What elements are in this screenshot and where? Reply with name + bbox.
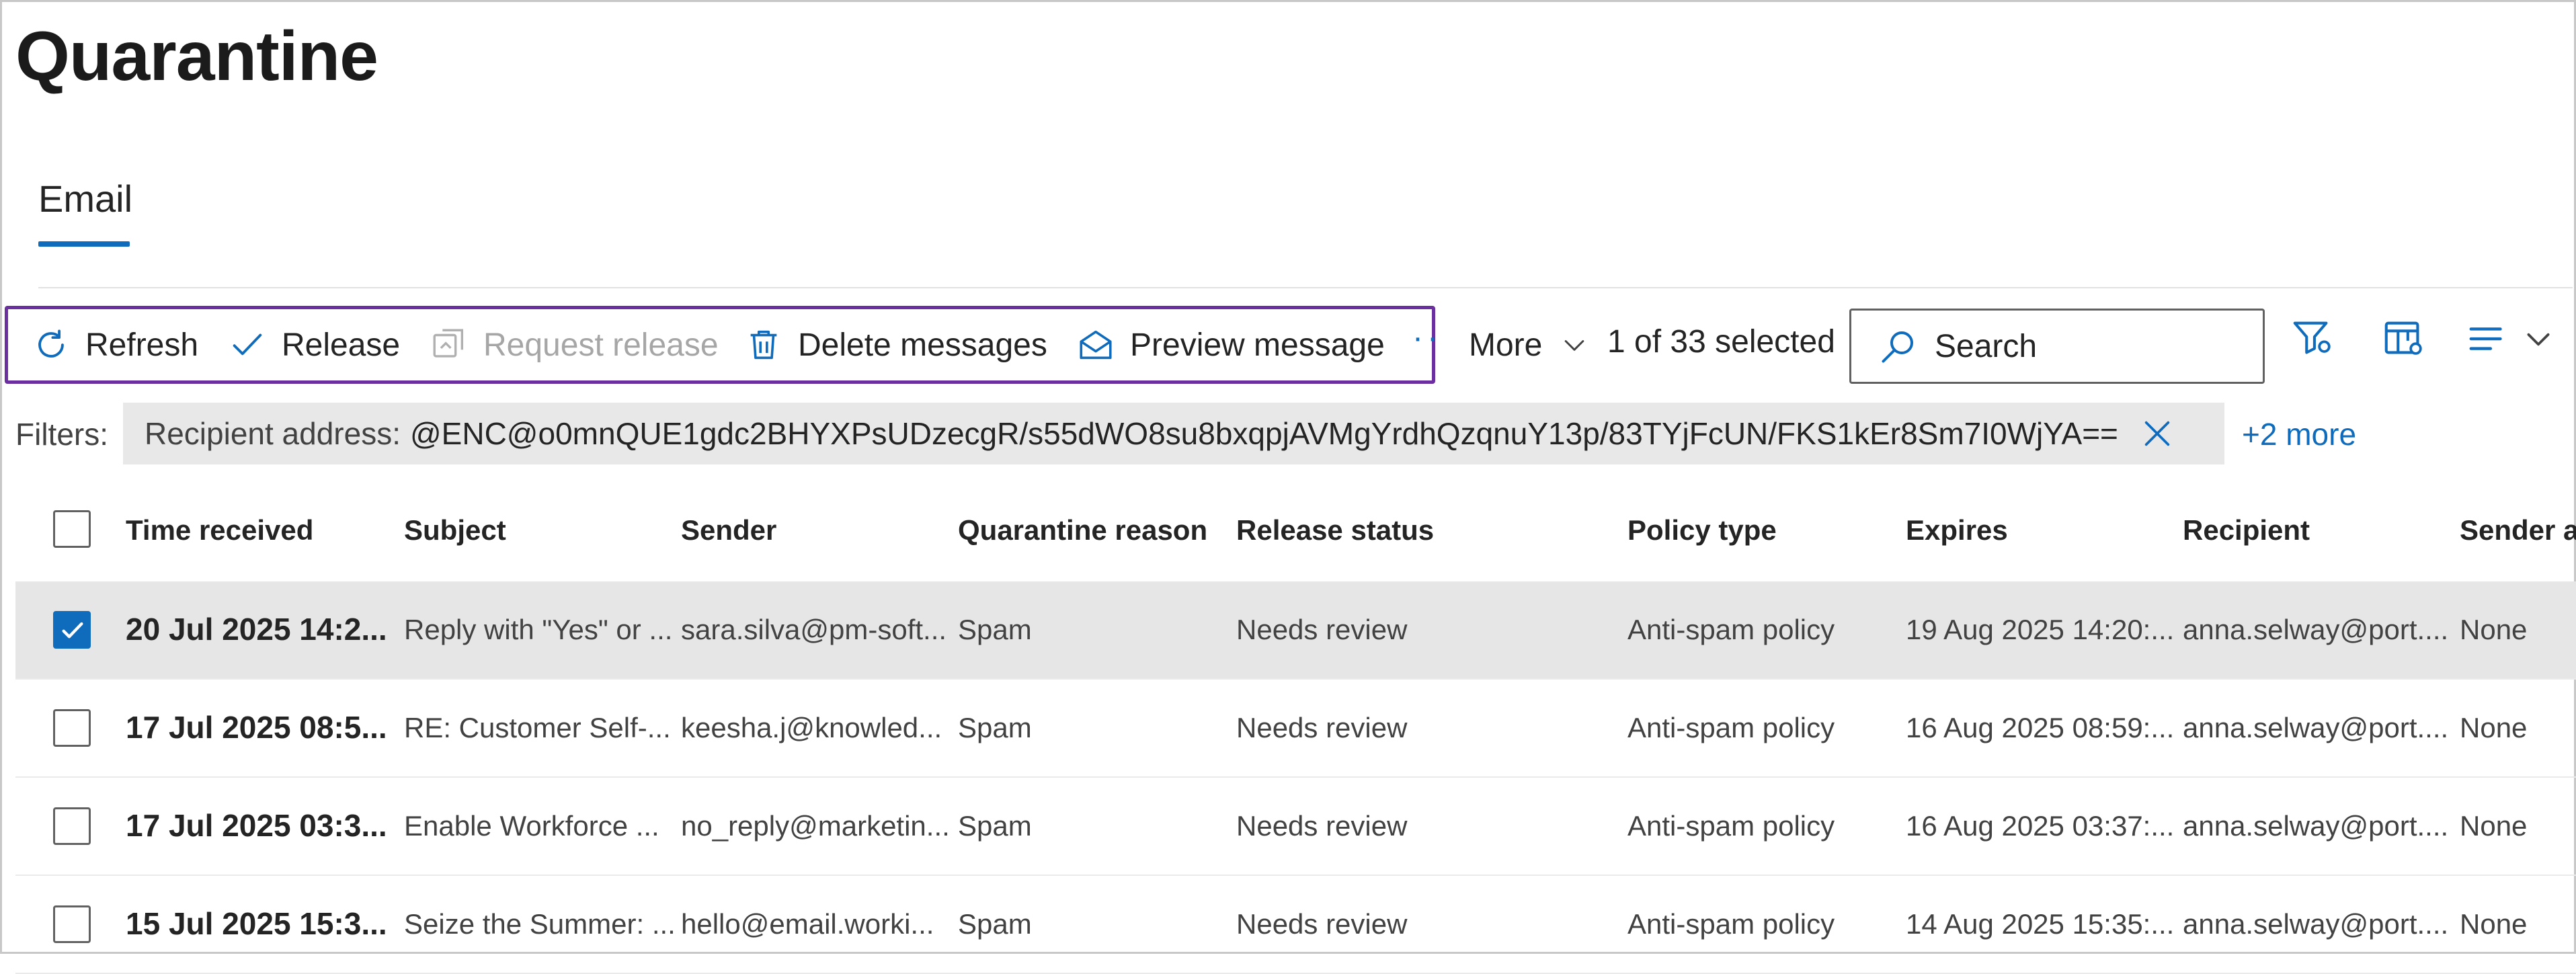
checkmark-icon <box>62 622 83 639</box>
more-filters-link[interactable]: +2 more <box>2242 416 2356 452</box>
cell-subject: RE: Customer Self-... <box>404 712 671 743</box>
filters-label: Filters: <box>15 417 108 452</box>
column-header-release-status[interactable]: Release status <box>1236 514 1434 546</box>
cell-quarantine-reason: Spam <box>958 614 1032 645</box>
cell-policy-type: Anti-spam policy <box>1627 810 1835 842</box>
quarantine-page: Quarantine Email Refresh Release Request… <box>0 0 2576 974</box>
cell-expires: 14 Aug 2025 15:35:... <box>1906 908 2175 940</box>
column-header-expires[interactable]: Expires <box>1906 514 2008 546</box>
cell-sender: sara.silva@pm-soft... <box>681 614 947 645</box>
column-header-sender-address[interactable]: Sender ad <box>2460 514 2576 546</box>
tab-divider <box>38 287 2573 288</box>
trash-icon <box>750 330 777 360</box>
quarantine-table: Time received Subject Sender Quarantine … <box>15 477 2576 974</box>
refresh-button[interactable]: Refresh <box>32 318 198 372</box>
page-title: Quarantine <box>15 17 378 95</box>
cell-quarantine-reason: Spam <box>958 908 1032 940</box>
release-button[interactable]: Release <box>228 318 400 372</box>
column-header-policy-type[interactable]: Policy type <box>1627 514 1777 546</box>
search-box[interactable] <box>1849 309 2265 384</box>
row-checkbox[interactable] <box>53 709 91 747</box>
cell-sender-address: None <box>2460 614 2528 645</box>
cell-policy-type: Anti-spam policy <box>1627 712 1835 743</box>
cell-subject: Enable Workforce ... <box>404 810 659 842</box>
column-header-quarantine-reason[interactable]: Quarantine reason <box>958 514 1207 546</box>
cell-recipient: anna.selway@port.... <box>2183 614 2449 645</box>
request-release-icon <box>433 329 464 358</box>
preview-message-label: Preview message <box>1130 327 1385 363</box>
cell-expires: 19 Aug 2025 14:20:... <box>1906 614 2175 645</box>
filter-chip-value: @ENC@o0mnQUE1gdc2BHYXPsUDzecgR/s55dWO8su… <box>409 416 2118 451</box>
cell-release-status: Needs review <box>1236 614 1408 645</box>
checkmark-icon <box>233 333 262 356</box>
tab-active-indicator <box>38 241 130 247</box>
search-input[interactable] <box>1935 327 2257 365</box>
cell-time-received: 15 Jul 2025 15:3... <box>126 906 387 941</box>
release-label: Release <box>282 327 401 363</box>
cell-subject: Seize the Summer: ... <box>404 908 676 940</box>
overflow-ellipsis-icon[interactable]: ·· <box>1412 319 1442 356</box>
cell-time-received: 17 Jul 2025 03:3... <box>126 808 387 843</box>
cell-policy-type: Anti-spam policy <box>1627 908 1835 940</box>
delete-messages-button[interactable]: Delete messages <box>744 318 1047 372</box>
preview-message-button[interactable]: Preview message <box>1076 318 1385 372</box>
row-checkbox[interactable] <box>53 807 91 845</box>
cell-sender-address: None <box>2460 810 2528 842</box>
row-checkbox[interactable] <box>53 905 91 943</box>
more-label: More <box>1469 327 1543 363</box>
selected-count: 1 of 33 selected <box>1607 324 1835 360</box>
cell-recipient: anna.selway@port.... <box>2183 712 2449 743</box>
table-row[interactable]: 17 Jul 2025 03:3... Enable Workforce ...… <box>15 778 2576 876</box>
cell-policy-type: Anti-spam policy <box>1627 614 1835 645</box>
refresh-label: Refresh <box>85 327 199 363</box>
request-release-button[interactable]: Request release <box>430 318 719 372</box>
cell-expires: 16 Aug 2025 03:37:... <box>1906 810 2175 842</box>
request-release-label: Request release <box>483 327 719 363</box>
column-header-sender[interactable]: Sender <box>681 514 776 546</box>
cell-time-received: 20 Jul 2025 14:2... <box>126 612 387 647</box>
filter-icon[interactable] <box>2289 315 2336 362</box>
filter-chip-key: Recipient address: <box>145 416 401 451</box>
group-by-icon[interactable] <box>2465 315 2512 362</box>
table-header: Time received Subject Sender Quarantine … <box>15 477 2576 581</box>
cell-quarantine-reason: Spam <box>958 712 1032 743</box>
cell-recipient: anna.selway@port.... <box>2183 810 2449 842</box>
more-button[interactable]: More <box>1469 318 1589 372</box>
close-icon[interactable] <box>2138 415 2176 452</box>
chevron-down-icon <box>1565 340 1584 351</box>
customize-columns-icon[interactable] <box>2380 315 2427 362</box>
cell-expires: 16 Aug 2025 08:59:... <box>1906 712 2175 743</box>
cell-release-status: Needs review <box>1236 908 1408 940</box>
cell-release-status: Needs review <box>1236 712 1408 743</box>
column-header-subject[interactable]: Subject <box>404 514 506 546</box>
delete-messages-label: Delete messages <box>798 327 1047 363</box>
filter-chip-recipient[interactable]: Recipient address: @ENC@o0mnQUE1gdc2BHYX… <box>123 403 2224 464</box>
table-row[interactable]: 17 Jul 2025 08:5... RE: Customer Self-..… <box>15 680 2576 778</box>
cell-sender-address: None <box>2460 908 2528 940</box>
tab-email[interactable]: Email <box>38 177 132 220</box>
table-row[interactable]: 15 Jul 2025 15:3... Seize the Summer: ..… <box>15 876 2576 974</box>
cell-sender: hello@email.worki... <box>681 908 934 940</box>
refresh-icon <box>38 329 64 358</box>
select-all-checkbox[interactable] <box>53 510 91 548</box>
cell-sender-address: None <box>2460 712 2528 743</box>
column-header-recipient[interactable]: Recipient <box>2183 514 2310 546</box>
cell-sender: keesha.j@knowled... <box>681 712 942 743</box>
group-by-chevron-icon[interactable] <box>2522 322 2555 356</box>
cell-recipient: anna.selway@port.... <box>2183 908 2449 940</box>
cell-sender: no_reply@marketin... <box>681 810 950 842</box>
table-row[interactable]: 20 Jul 2025 14:2... Reply with "Yes" or … <box>15 581 2576 680</box>
envelope-open-icon <box>1080 330 1112 360</box>
cell-release-status: Needs review <box>1236 810 1408 842</box>
search-icon <box>1882 331 1913 363</box>
cell-quarantine-reason: Spam <box>958 810 1032 842</box>
cell-subject: Reply with "Yes" or ... <box>404 614 673 645</box>
row-checkbox[interactable] <box>53 611 91 649</box>
column-header-time-received[interactable]: Time received <box>126 514 313 546</box>
cell-time-received: 17 Jul 2025 08:5... <box>126 710 387 745</box>
